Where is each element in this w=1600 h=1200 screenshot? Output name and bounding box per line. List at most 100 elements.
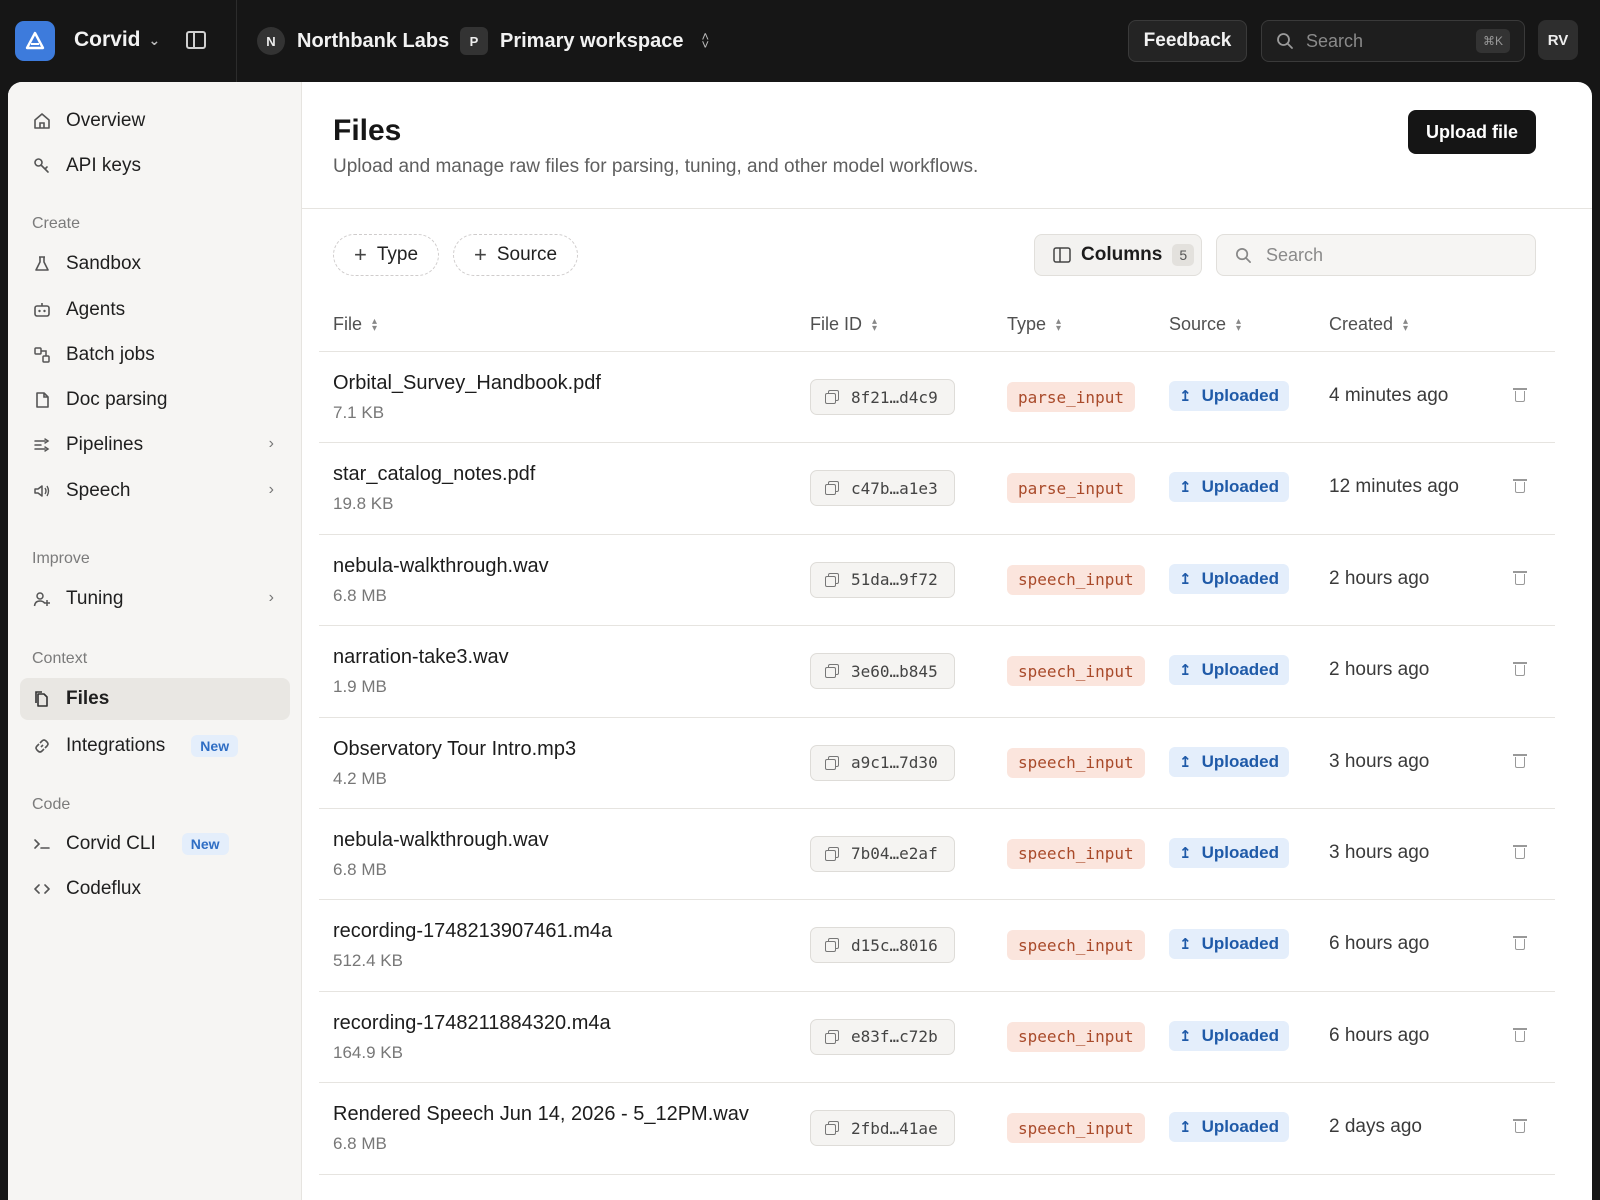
sidebar-item-corvid-cli[interactable]: Corvid CLI New — [20, 823, 290, 865]
divider — [302, 208, 1592, 209]
speaker-icon — [32, 481, 52, 501]
corvid-logo-icon[interactable] — [15, 21, 55, 61]
created-time: 12 minutes ago — [1329, 476, 1459, 498]
columns-button[interactable]: Columns 5 — [1034, 234, 1202, 276]
file-id-copy-button[interactable]: e83f…c72b — [810, 1018, 955, 1055]
trash-icon[interactable] — [1513, 570, 1527, 586]
sidebar-toggle-icon[interactable] — [186, 31, 206, 49]
section-label-code: Code — [32, 796, 71, 813]
trash-icon[interactable] — [1513, 844, 1527, 860]
file-id-copy-button[interactable]: d15c…8016 — [810, 927, 955, 964]
sidebar-item-files[interactable]: Files — [20, 678, 290, 720]
file-name[interactable]: nebula-walkthrough.wav — [333, 555, 549, 578]
file-size: 4.2 MB — [333, 768, 387, 788]
file-size: 19.8 KB — [333, 494, 394, 514]
column-header-type[interactable]: Type ▴ ▾ — [1007, 314, 1061, 335]
table-row[interactable]: Rendered Speech Jun 14, 2026 - 5_12PM.wa… — [319, 1083, 1555, 1175]
source-badge: ↥ Uploaded — [1169, 1112, 1290, 1143]
table-row[interactable]: Orbital_Survey_Handbook.pdf 7.1 KB 8f21…d4… — [319, 352, 1555, 444]
chevron-right-icon[interactable]: › — [269, 481, 274, 499]
org-switcher[interactable]: N Northbank Labs — [257, 27, 449, 55]
filter-label: Source — [496, 244, 558, 265]
global-search-input[interactable]: Search ⌘K — [1261, 20, 1525, 62]
sidebar-item-speech[interactable]: Speech › — [20, 470, 290, 512]
copy-icon — [825, 572, 839, 587]
sidebar-item-codeflux[interactable]: Codeflux — [20, 868, 290, 910]
sidebar-item-batch-jobs[interactable]: Batch jobs — [20, 334, 290, 376]
table-row[interactable]: narration-take3.wav 1.9 MB 3e60…b845 speech… — [319, 626, 1555, 718]
sidebar-item-agents[interactable]: Agents — [20, 289, 290, 331]
file-name[interactable]: recording-1748213907461.m4a — [333, 920, 612, 943]
plus-icon: + — [474, 242, 487, 267]
column-header-file[interactable]: File ▴ ▾ — [333, 314, 377, 335]
copy-icon — [825, 481, 839, 496]
trash-icon[interactable] — [1513, 935, 1527, 951]
file-id-copy-button[interactable]: c47b…a1e3 — [810, 470, 955, 507]
table-row[interactable]: recording-1748211884320.m4a 164.9 KB e83f…… — [319, 992, 1555, 1084]
file-id-copy-button[interactable]: 8f21…d4c9 — [810, 379, 955, 415]
column-header-source[interactable]: Source ▴ ▾ — [1169, 314, 1241, 335]
source-label: Uploaded — [1201, 1117, 1280, 1137]
trash-icon[interactable] — [1513, 1118, 1527, 1134]
feedback-button[interactable]: Feedback — [1128, 20, 1247, 62]
type-tag: speech_input — [1007, 930, 1145, 961]
sidebar-item-label: API keys — [66, 155, 141, 176]
file-size: 6.8 MB — [333, 585, 387, 605]
file-name[interactable]: nebula-walkthrough.wav — [333, 829, 549, 852]
source-badge: ↥ Uploaded — [1169, 837, 1290, 868]
header-label: Type — [1007, 314, 1047, 334]
sidebar-item-pipelines[interactable]: Pipelines › — [20, 424, 290, 466]
header-label: Source — [1169, 314, 1227, 334]
type-tag: parse_input — [1007, 382, 1135, 412]
sidebar-item-integrations[interactable]: Integrations New — [20, 725, 290, 767]
sidebar-item-overview[interactable]: Overview — [20, 100, 290, 142]
trash-icon[interactable] — [1513, 661, 1527, 677]
trash-icon[interactable] — [1513, 753, 1527, 769]
sidebar-item-label: Corvid CLI — [66, 833, 156, 854]
files-icon — [32, 689, 52, 709]
file-name[interactable]: star_catalog_notes.pdf — [333, 463, 535, 486]
file-id-copy-button[interactable]: 51da…9f72 — [810, 561, 955, 598]
sidebar-item-sandbox[interactable]: Sandbox — [20, 243, 290, 285]
chevron-right-icon[interactable]: › — [269, 435, 274, 453]
file-id-copy-button[interactable]: 7b04…e2af — [810, 835, 955, 872]
table-row[interactable]: nebula-walkthrough.wav 6.8 MB 7b04…e2af spe… — [319, 809, 1555, 901]
column-header-created[interactable]: Created ▴ ▾ — [1329, 314, 1408, 335]
table-header: File ▴ ▾ File ID ▴ ▾ Type ▴ ▾ Source ▴ ▾ Cre… — [319, 300, 1555, 352]
file-id-copy-button[interactable]: 3e60…b845 — [810, 653, 955, 690]
table-search-input[interactable]: Search — [1216, 234, 1536, 276]
trash-icon[interactable] — [1513, 478, 1527, 494]
table-row[interactable]: Observatory Tour Intro.mp3 4.2 MB a9c1…7d3… — [319, 718, 1555, 809]
sidebar-item-api-keys[interactable]: API keys — [20, 145, 290, 187]
file-name[interactable]: narration-take3.wav — [333, 646, 509, 669]
table-row[interactable]: recording-1748213907461.m4a 512.4 KB d15c…… — [319, 900, 1555, 992]
file-id-copy-button[interactable]: 2fbd…41ae — [810, 1110, 955, 1147]
user-avatar[interactable]: RV — [1538, 20, 1578, 60]
type-filter-button[interactable]: + Type — [333, 234, 440, 276]
table-row[interactable]: nebula-walkthrough.wav 6.8 MB 51da…9f72 spe… — [319, 535, 1555, 627]
upload-file-button[interactable]: Upload file — [1408, 110, 1536, 154]
upload-arrow-icon: ↥ — [1179, 1119, 1192, 1137]
file-id: 7b04…e2af — [851, 844, 938, 864]
column-header-file-id[interactable]: File ID ▴ ▾ — [810, 314, 877, 335]
sidebar-item-label: Speech — [66, 480, 131, 501]
workspace-switcher[interactable]: P Primary workspace ˄ ˅ — [460, 27, 709, 55]
file-name[interactable]: recording-1748211884320.m4a — [333, 1012, 611, 1035]
app-switcher[interactable]: Corvid ⌄ — [74, 28, 160, 52]
file-name[interactable]: Orbital_Survey_Handbook.pdf — [333, 372, 601, 395]
chevron-right-icon[interactable]: › — [269, 589, 274, 607]
file-size: 6.8 MB — [333, 1134, 387, 1154]
source-filter-button[interactable]: + Source — [453, 234, 579, 276]
sidebar-item-tuning[interactable]: Tuning › — [20, 578, 290, 620]
sidebar-item-doc-parsing[interactable]: Doc parsing — [20, 379, 290, 421]
trash-icon[interactable] — [1513, 1027, 1527, 1043]
file-id: e83f…c72b — [851, 1027, 938, 1047]
file-name[interactable]: Rendered Speech Jun 14, 2026 - 5_12PM.wa… — [333, 1103, 749, 1126]
chevron-updown-icon: ˄ ˅ — [701, 29, 710, 52]
table-row[interactable]: star_catalog_notes.pdf 19.8 KB c47b…a1e3 pa… — [319, 443, 1555, 535]
created-time: 6 hours ago — [1329, 933, 1430, 955]
divider — [236, 0, 237, 82]
file-name[interactable]: Observatory Tour Intro.mp3 — [333, 738, 576, 761]
trash-icon[interactable] — [1513, 387, 1527, 403]
file-id-copy-button[interactable]: a9c1…7d30 — [810, 744, 955, 781]
